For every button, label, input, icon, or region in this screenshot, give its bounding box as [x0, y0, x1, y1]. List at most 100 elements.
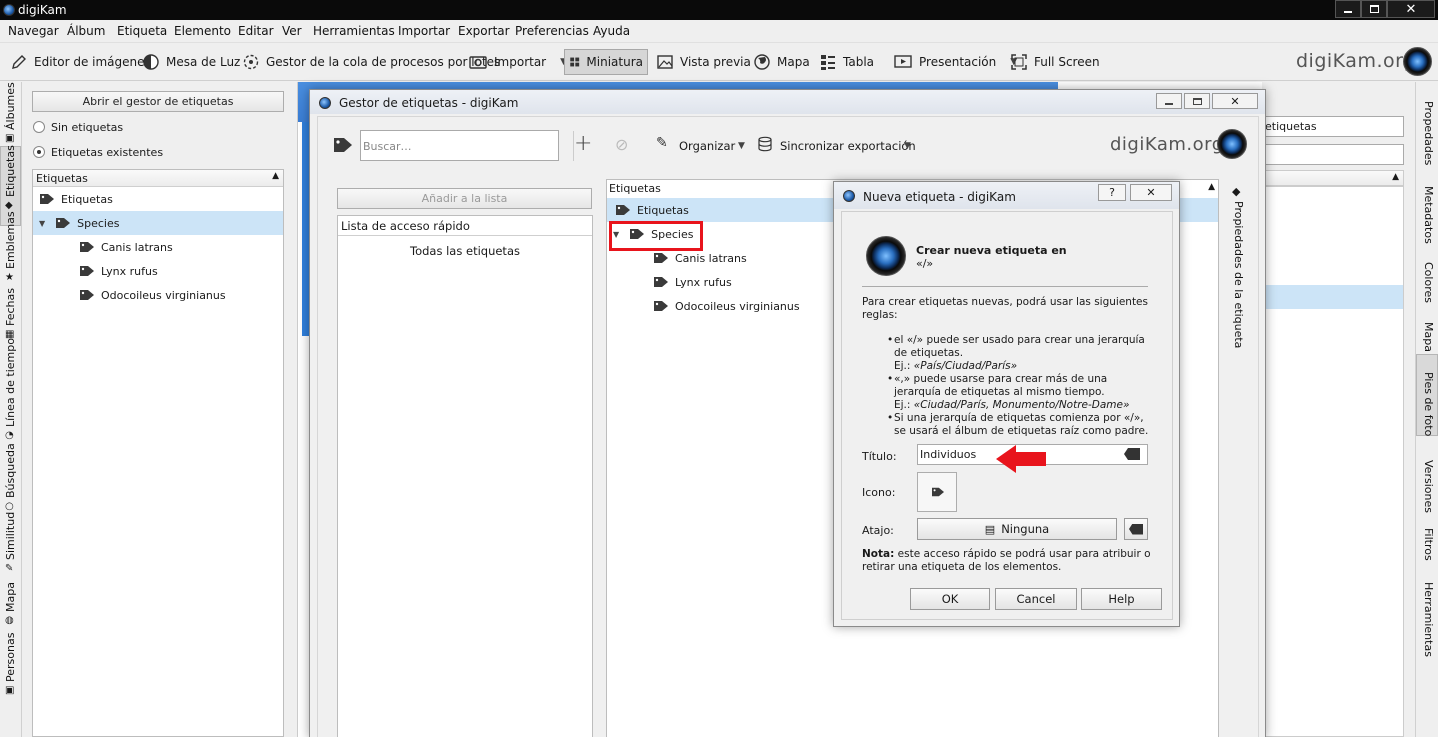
open-tag-manager-button[interactable]: Abrir el gestor de etiquetas — [32, 91, 284, 112]
left-tab-timeline[interactable]: Línea de tiempo — [4, 338, 17, 427]
dialog-heading: Crear nueva etiqueta en — [916, 244, 1067, 257]
tag-icon — [40, 194, 54, 204]
menu-preferencias[interactable]: Preferencias — [515, 24, 589, 38]
tag-icon — [334, 138, 352, 152]
fullscreen-button[interactable]: Full Screen — [1006, 49, 1104, 75]
rule-1: • el «/» puede ser usado para crear una … — [887, 334, 1154, 373]
window-title: digiKam — [18, 3, 67, 17]
menu-album[interactable]: Álbum — [67, 24, 105, 38]
sort-up-icon[interactable]: ▲ — [272, 171, 279, 181]
image-editor-button[interactable]: Editor de imágenes — [6, 49, 155, 75]
expand-arrow-icon[interactable]: ▼ — [39, 219, 45, 228]
shortcut-button[interactable]: ▤ Ninguna — [917, 518, 1117, 540]
import-button[interactable]: Importar ▼ — [464, 49, 571, 75]
annotation-arrow — [996, 445, 1046, 473]
cancel-button[interactable]: Cancel — [995, 588, 1077, 610]
tree-row-root[interactable]: Etiquetas — [33, 187, 283, 211]
right-tab-captions[interactable]: Pies de foto — [1422, 372, 1435, 436]
right-tab-properties[interactable]: Propedades — [1422, 101, 1435, 165]
digikam-logo-text: digiKam.org — [1296, 50, 1416, 72]
tag-tree-header[interactable]: Etiquetas ▲ — [33, 170, 283, 187]
menu-ayuda[interactable]: Ayuda — [593, 24, 630, 38]
left-tab-labels[interactable]: Emblemas — [4, 211, 17, 269]
existing-tags-radio[interactable] — [33, 146, 45, 158]
tree-row-item[interactable]: Canis latrans — [33, 235, 283, 259]
tree-row-item[interactable]: Odocoileus virginianus — [33, 283, 283, 307]
left-tab-search[interactable]: Búsqueda — [4, 443, 17, 498]
add-tag-icon[interactable]: + — [574, 131, 592, 156]
wand-icon: ✎ — [5, 563, 14, 574]
tree-row-item[interactable]: Lynx rufus — [33, 259, 283, 283]
minimize-button[interactable] — [1335, 0, 1361, 18]
light-table-button[interactable]: Mesa de Luz — [138, 49, 244, 75]
right-panel-header[interactable]: ▲ — [1262, 170, 1404, 186]
left-tab-map[interactable]: Mapa — [4, 582, 17, 612]
right-tab-versions[interactable]: Versiones — [1422, 460, 1435, 513]
tag-properties-tab[interactable]: Propiedades de la etiqueta — [1232, 201, 1245, 348]
table-button[interactable]: Tabla — [815, 49, 878, 75]
minimize-button[interactable] — [1156, 93, 1182, 109]
app-icon — [319, 97, 331, 109]
rule-1-text: el «/» puede ser usado para crear una je… — [894, 334, 1145, 359]
sync-export-button[interactable]: Sincronizar exportación — [780, 139, 916, 153]
right-panel-selected-row — [1263, 285, 1403, 309]
menu-elemento[interactable]: Elemento — [174, 24, 231, 38]
right-tab-colors[interactable]: Colores — [1422, 262, 1435, 303]
chevron-down-icon[interactable]: ▼ — [904, 141, 911, 151]
chevron-down-icon[interactable]: ▼ — [738, 141, 745, 151]
menu-exportar[interactable]: Exportar — [458, 24, 510, 38]
menu-etiqueta[interactable]: Etiqueta — [117, 24, 167, 38]
preview-label: Vista previa — [680, 55, 751, 69]
delete-tag-icon[interactable]: ⊘ — [615, 135, 628, 154]
tree-label: Lynx rufus — [101, 264, 158, 278]
right-tab-map[interactable]: Mapa — [1422, 322, 1435, 352]
help-button[interactable]: Help — [1081, 588, 1162, 610]
icon-picker-button[interactable] — [917, 472, 957, 512]
menu-ver[interactable]: Ver — [282, 24, 302, 38]
close-button[interactable]: ✕ — [1212, 93, 1258, 109]
close-button[interactable]: ✕ — [1387, 0, 1435, 18]
thumbnails-button[interactable]: Miniatura — [564, 49, 648, 75]
menu-navegar[interactable]: Navegar — [8, 24, 59, 38]
presentation-button[interactable]: Presentación ▼ — [889, 49, 1021, 75]
right-tab-filters[interactable]: Filtros — [1422, 528, 1435, 561]
menu-herramientas[interactable]: Herramientas — [313, 24, 395, 38]
left-tab-dates[interactable]: Fechas — [4, 288, 17, 326]
preview-button[interactable]: Vista previa — [652, 49, 755, 75]
right-tab-tools[interactable]: Herramientas — [1422, 582, 1435, 657]
existing-tags-label: Etiquetas existentes — [51, 146, 164, 159]
left-tab-tags[interactable]: Etiquetas — [4, 145, 17, 197]
close-button[interactable]: ✕ — [1130, 184, 1172, 201]
sort-up-icon[interactable]: ▲ — [1392, 172, 1399, 182]
right-panel-input[interactable] — [1262, 144, 1404, 165]
all-tags-item[interactable]: Todas las etiquetas — [338, 236, 592, 258]
left-tab-albums[interactable]: Álbumes — [4, 82, 17, 130]
add-to-list-button[interactable]: Añadir a la lista — [337, 188, 592, 209]
tag-icon — [654, 277, 668, 287]
clear-icon[interactable] — [1124, 448, 1140, 460]
left-tab-people[interactable]: Personas — [4, 633, 17, 682]
star-icon: ★ — [5, 272, 14, 283]
app-icon — [843, 190, 855, 202]
left-tab-similarity[interactable]: Similitud — [4, 512, 17, 560]
right-tab-metadata[interactable]: Metadatos — [1422, 186, 1435, 244]
menu-importar[interactable]: Importar — [398, 24, 450, 38]
search-input[interactable]: Buscar… — [360, 130, 559, 161]
ok-button[interactable]: OK — [910, 588, 990, 610]
help-titlebar-button[interactable]: ? — [1098, 184, 1126, 201]
title-input-value: Individuos — [920, 448, 977, 461]
rule-2-text: «,» puede usarse para crear más de una j… — [894, 373, 1108, 398]
sort-up-icon[interactable]: ▲ — [1208, 182, 1215, 192]
organize-button[interactable]: Organizar — [679, 139, 735, 153]
clear-shortcut-button[interactable] — [1124, 518, 1148, 540]
no-tags-radio[interactable] — [33, 121, 45, 133]
maximize-button[interactable] — [1361, 0, 1387, 18]
menu-editar[interactable]: Editar — [238, 24, 274, 38]
maximize-button[interactable] — [1184, 93, 1210, 109]
database-icon — [758, 136, 772, 152]
tree-row-species[interactable]: ▼ Species — [33, 211, 283, 235]
window-titlebar: digiKam ✕ — [0, 0, 1438, 20]
map-button[interactable]: Mapa — [749, 49, 814, 75]
right-panel-field[interactable]: etiquetas — [1262, 116, 1404, 137]
tag-tree-header-label: Etiquetas — [36, 172, 88, 185]
